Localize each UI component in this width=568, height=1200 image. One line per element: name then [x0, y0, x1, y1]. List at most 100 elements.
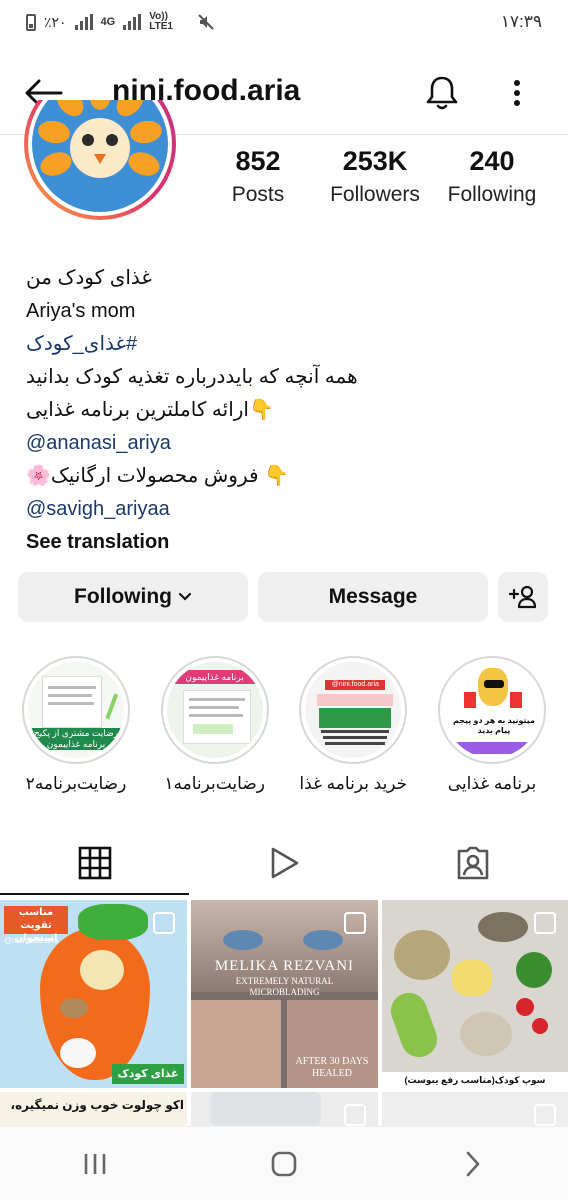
highlight-label: رضایت‌برنامه۱ [164, 774, 265, 793]
following-label: Following [74, 585, 172, 608]
highlight-ring: میتونید به هر دو پیجم پیام بدید [437, 656, 546, 764]
clock: ۱۷:۳۹ [500, 12, 542, 31]
highlight-label: رضایت‌برنامه۲ [25, 774, 127, 793]
following-button[interactable]: Following [18, 572, 248, 622]
multi-photo-icon [534, 912, 556, 934]
highlight-cover-text: رضایت مشتری از پکیج برنامه غذاییمون [28, 728, 124, 750]
post-caption: سوپ کودک(مناسب رفع یبوست) [382, 1072, 568, 1088]
highlight-item[interactable]: میتونید به هر دو پیجم پیام بدید برنامه غ… [434, 656, 550, 794]
post-thumbnail[interactable]: مناسب تقویت استخوان @nini.food.aria غذای… [0, 900, 187, 1088]
recent-apps-button[interactable] [65, 1134, 125, 1194]
suggested-users-button[interactable] [498, 572, 548, 622]
bio-line: 👇ارائه کاملترین برنامه غذایی [26, 399, 274, 421]
stat-number: 253K [342, 146, 408, 176]
system-navigation-bar [0, 1126, 568, 1200]
post-thumbnail[interactable] [382, 1092, 568, 1126]
more-options-button[interactable] [500, 71, 534, 115]
stat-label: Followers [330, 183, 420, 206]
bio-name: غذای کودک من [26, 267, 152, 289]
active-tab-indicator [0, 893, 189, 895]
tab-tagged[interactable] [378, 830, 567, 896]
posts-grid: مناسب تقویت استخوان @nini.food.aria غذای… [0, 900, 568, 1126]
avatar-image [32, 100, 168, 212]
post-thumbnail[interactable] [191, 1092, 378, 1126]
status-bar: ٪۲۰ 4G Vo)) LTE1 ۱۷:۳۹ [0, 0, 568, 44]
bio-line: همه آنچه که بایددرباره تغذیه کودک بدانید [26, 366, 358, 388]
post-thumbnail[interactable]: MELIKA REZVANI EXTREMELY NATURAL MICROBL… [191, 900, 378, 1088]
profile-bio: غذای کودک من Ariya's mom #غذای_کودک همه … [26, 262, 546, 559]
multi-photo-icon [344, 912, 366, 934]
stat-number: 852 [235, 146, 281, 176]
volte-label: Vo)) LTE1 [149, 11, 173, 32]
highlight-cover-text: @nini.food.aria [325, 680, 386, 690]
post-title: MELIKA REZVANI [214, 958, 355, 974]
multi-photo-icon [153, 912, 175, 934]
post-caption: مناسب تقویت استخوان [4, 906, 68, 944]
battery-icon [26, 13, 36, 31]
tab-grid[interactable] [0, 830, 189, 896]
highlight-cover-text: برنامه غذاییمون [166, 670, 263, 684]
recent-apps-icon [84, 1153, 105, 1174]
signal-icon [74, 14, 93, 30]
profile-avatar[interactable] [24, 100, 176, 220]
highlight-ring: رضایت مشتری از پکیج برنامه غذاییمون [22, 656, 130, 764]
highlight-cover: رضایت مشتری از پکیج برنامه غذاییمون [28, 662, 124, 758]
stat-label: Following [447, 183, 537, 206]
highlight-label: برنامه غذایی [447, 774, 537, 793]
highlight-cover: برنامه غذاییمون [166, 662, 263, 758]
stat-number: 240 [469, 146, 515, 176]
mute-icon [198, 14, 214, 30]
tagged-person-icon [457, 846, 488, 880]
network-type: 4G [100, 16, 116, 28]
chevron-right-icon [467, 1151, 480, 1176]
bell-icon [426, 76, 458, 110]
status-left: ٪۲۰ 4G Vo)) LTE1 [26, 12, 215, 32]
highlight-item[interactable]: برنامه غذاییمون رضایت‌برنامه۱ [157, 656, 273, 794]
notifications-button[interactable] [420, 71, 464, 115]
bio-hashtag-link[interactable]: #غذای_کودک [26, 328, 546, 361]
multi-photo-icon [534, 1104, 556, 1126]
profile-stats: 852 Posts 253K Followers 240 Following [200, 146, 550, 207]
highlight-label: خرید برنامه غذا [299, 774, 408, 793]
highlight-cover: @nini.food.aria [305, 662, 402, 758]
highlight-item[interactable]: رضایت مشتری از پکیج برنامه غذاییمون رضای… [18, 656, 134, 794]
story-highlights: رضایت مشتری از پکیج برنامه غذاییمون رضای… [18, 656, 550, 794]
back-nav-button[interactable] [443, 1134, 503, 1194]
post-caption: اکو چولوت خوب وزن نمیگیره، [10, 1098, 184, 1112]
post-subtitle: EXTREMELY NATURAL MICROBLADING [235, 976, 334, 997]
signal-icon-2 [123, 14, 142, 30]
multi-photo-icon [344, 1104, 366, 1126]
grid-icon [78, 846, 111, 880]
profile-tabs [0, 830, 568, 896]
bio-mention-link[interactable]: @savigh_ariyaa [26, 493, 546, 526]
stat-posts[interactable]: 852 Posts [200, 146, 316, 207]
post-overlay-text: AFTER 30 DAYS HEALED [295, 1056, 369, 1079]
home-icon [271, 1151, 297, 1176]
bio-mention-link[interactable]: @ananasi_ariya [26, 427, 546, 460]
bio-line: 👇 فروش محصولات ارگانیک🌸 [26, 465, 290, 487]
stat-label: Posts [231, 183, 285, 206]
stat-following[interactable]: 240 Following [434, 146, 550, 207]
message-button[interactable]: Message [258, 572, 488, 622]
see-translation-link[interactable]: See translation [26, 526, 546, 559]
bio-line: Ariya's mom [26, 300, 136, 322]
message-label: Message [328, 585, 418, 608]
home-button[interactable] [254, 1134, 314, 1194]
post-thumbnail[interactable]: اکو چولوت خوب وزن نمیگیره، [0, 1092, 187, 1126]
reels-play-icon [271, 847, 298, 879]
story-ring [24, 100, 176, 220]
highlight-item[interactable]: @nini.food.aria خرید برنامه غذا [295, 656, 411, 794]
lion-food-illustration [34, 100, 166, 210]
post-thumbnail[interactable]: سوپ کودک(مناسب رفع یبوست) [382, 900, 568, 1088]
highlight-ring: @nini.food.aria [299, 656, 408, 764]
add-user-icon [509, 585, 537, 609]
profile-actions: Following Message [18, 572, 550, 624]
highlight-cover: میتونید به هر دو پیجم پیام بدید [443, 662, 540, 758]
post-overlay-text: غذای کودک [112, 1064, 184, 1084]
battery-percent: ٪۲۰ [44, 13, 67, 30]
tab-reels[interactable] [189, 830, 378, 896]
stat-followers[interactable]: 253K Followers [317, 146, 433, 207]
highlight-ring: برنامه غذاییمون [160, 656, 269, 764]
chevron-down-icon [178, 592, 192, 601]
kebab-menu-icon [514, 80, 520, 106]
